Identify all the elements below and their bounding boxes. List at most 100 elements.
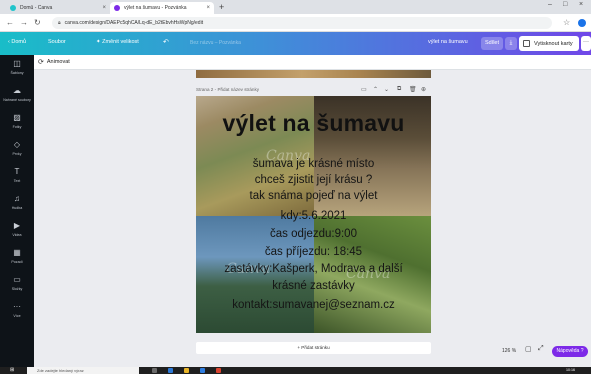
lock-icon: 🔒︎ xyxy=(58,20,61,26)
sidebar-item-label: Šablony xyxy=(10,71,24,75)
sidebar-item-folders[interactable]: ▭ Složky xyxy=(0,275,34,303)
task-view-icon[interactable] xyxy=(152,368,157,373)
sidebar-item-elements[interactable]: ◇ Prvky xyxy=(0,140,34,168)
sparkle-icon: ✦ xyxy=(96,39,101,45)
templates-icon: ◫ xyxy=(13,59,21,68)
animate-button[interactable]: ⟳ Animovat xyxy=(38,58,70,66)
chrome-icon[interactable] xyxy=(216,368,221,373)
previous-page-preview[interactable] xyxy=(196,70,431,78)
comment-icon[interactable]: ▭ xyxy=(361,86,367,93)
sidebar-item-label: Hudba xyxy=(11,206,23,210)
taskbar-search-input[interactable]: Zde zadejte hledaný výraz xyxy=(27,367,139,374)
animate-label: Animovat xyxy=(46,59,70,65)
upload-icon: ☁ xyxy=(13,86,21,95)
maximize-icon[interactable]: □ xyxy=(563,1,567,8)
print-icon xyxy=(523,40,530,47)
zoom-level[interactable]: 126 % xyxy=(502,348,516,354)
sidebar-item-label: Prvky xyxy=(12,152,22,156)
store-icon[interactable] xyxy=(200,368,205,373)
canva-favicon-icon xyxy=(114,5,120,11)
invitation-line[interactable]: šumava je krásné místo xyxy=(196,158,431,171)
share-button[interactable]: Sdílet xyxy=(481,37,503,50)
fullscreen-icon[interactable]: ⤢ xyxy=(538,345,544,353)
help-button[interactable]: Nápověda ? xyxy=(552,346,588,357)
invitation-line[interactable]: kontakt:sumavanej@seznam.cz xyxy=(196,299,431,312)
page-label[interactable]: Strana 2 - Přidat název stránky xyxy=(196,87,259,92)
sidebar-item-music[interactable]: ♫ Hudba xyxy=(0,194,34,222)
editor-toolbar: ⟳ Animovat xyxy=(34,55,591,70)
plus-icon[interactable]: + xyxy=(219,2,224,12)
sidebar-item-videos[interactable]: ▶ Videa xyxy=(0,221,34,249)
file-explorer-icon[interactable] xyxy=(184,368,189,373)
undo-icon[interactable]: ↶ xyxy=(163,38,169,46)
print-cards-button[interactable]: Vytisknout karty xyxy=(519,36,579,51)
invitation-line[interactable]: chceš zjistit její krásu ? xyxy=(196,174,431,187)
reload-icon[interactable]: ↻ xyxy=(34,18,41,27)
invitation-line[interactable]: krásné zastávky xyxy=(196,280,431,293)
forward-arrow-icon[interactable]: → xyxy=(20,18,28,27)
tab-canva-home[interactable]: Domů - Canva × xyxy=(6,2,110,14)
minimize-icon[interactable]: – xyxy=(548,1,552,8)
windows-taskbar: ⊞ Zde zadejte hledaný výraz 10:16 xyxy=(0,367,591,374)
sidebar-item-label: Videa xyxy=(12,233,22,237)
canva-favicon-icon xyxy=(10,5,16,11)
trash-icon[interactable]: 🗑︎ xyxy=(409,86,417,93)
sidebar-item-label: Text xyxy=(13,179,21,183)
design-page[interactable]: Canva Canva Canva výlet na šumavu šumava… xyxy=(196,96,431,333)
tab-title: výlet na šumavu - Pozvánka xyxy=(124,5,187,11)
file-menu-button[interactable]: Soubor xyxy=(48,39,66,45)
home-button[interactable]: ‹ Domů xyxy=(8,39,26,45)
invitation-line[interactable]: kdy:5.6.2021 xyxy=(196,210,431,223)
address-bar-row: ← → ↻ 🔒︎ canva.com/design/DAEPc5qhCA/Lq-… xyxy=(0,14,591,32)
edge-icon[interactable] xyxy=(168,368,173,373)
url-input[interactable]: 🔒︎ canva.com/design/DAEPc5qhCA/Lq-dE_b2t… xyxy=(52,17,552,29)
animate-icon: ⟳ xyxy=(38,59,44,66)
sidebar-item-photos[interactable]: ▨ Fotky xyxy=(0,113,34,141)
page-view-icon[interactable]: ▢ xyxy=(525,345,532,353)
elements-icon: ◇ xyxy=(13,140,21,149)
close-tab-icon[interactable]: × xyxy=(206,5,210,11)
sidebar-item-label: Pozadí xyxy=(11,260,23,264)
download-icon[interactable]: ⤓ xyxy=(505,37,517,50)
resize-button[interactable]: ✦ Změnit velikost xyxy=(96,39,139,45)
invitation-line[interactable]: tak snáma pojeď na výlet xyxy=(196,190,431,203)
copy-icon[interactable]: ⧉ xyxy=(397,86,401,93)
more-icon: ··· xyxy=(13,302,21,311)
close-icon[interactable]: × xyxy=(579,1,583,8)
chevron-up-icon[interactable]: ⌃ xyxy=(373,86,378,93)
add-page-icon[interactable]: ⊕ xyxy=(421,86,426,93)
add-page-button[interactable]: + Přidat stránku xyxy=(196,342,431,354)
invitation-line[interactable]: zastávky:Kašperk, Modrava a další xyxy=(196,263,431,276)
canva-sidebar: ◫ Šablony ☁ Nahrané soubory ▨ Fotky ◇ Prvky … xyxy=(0,55,34,367)
sidebar-item-label: Složky xyxy=(11,287,23,291)
photos-icon: ▨ xyxy=(13,113,21,122)
sidebar-item-label: Více xyxy=(13,314,21,318)
sidebar-item-uploads[interactable]: ☁ Nahrané soubory xyxy=(0,86,34,114)
design-name: výlet na šumavu xyxy=(428,39,468,45)
invitation-line[interactable]: čas příjezdu: 18:45 xyxy=(196,246,431,259)
tab-vylet-na-sumavu[interactable]: výlet na šumavu - Pozvánka × xyxy=(110,2,214,14)
text-icon: T xyxy=(14,167,20,176)
sidebar-item-more[interactable]: ··· Více xyxy=(0,302,34,330)
print-label: Vytisknout karty xyxy=(534,40,573,47)
taskbar-clock: 10:16 xyxy=(566,368,575,372)
bookmark-star-icon[interactable]: ☆ xyxy=(563,18,570,27)
resize-label: Změnit velikost xyxy=(102,39,139,45)
design-title-input[interactable]: Bez názvu – Pozvánka xyxy=(186,38,306,49)
tab-title: Domů - Canva xyxy=(20,5,53,11)
back-arrow-icon[interactable]: ← xyxy=(6,18,14,27)
invitation-line[interactable]: čas odjezdu:9:00 xyxy=(196,228,431,241)
profile-avatar[interactable] xyxy=(578,19,586,27)
close-tab-icon[interactable]: × xyxy=(102,5,106,11)
more-options-button[interactable]: ··· xyxy=(581,36,591,51)
invitation-title[interactable]: výlet na šumavu xyxy=(196,110,431,137)
chevron-down-icon[interactable]: ⌄ xyxy=(384,86,389,93)
canva-header: ‹ Domů Soubor ✦ Změnit velikost ↶ Bez ná… xyxy=(0,32,591,55)
sidebar-item-label: Nahrané soubory xyxy=(3,98,31,102)
sidebar-item-templates[interactable]: ◫ Šablony xyxy=(0,59,34,87)
folder-icon: ▭ xyxy=(13,275,21,284)
sidebar-item-background[interactable]: ▦ Pozadí xyxy=(0,248,34,276)
sidebar-item-label: Fotky xyxy=(12,125,22,129)
sidebar-item-text[interactable]: T Text xyxy=(0,167,34,195)
windows-start-icon[interactable]: ⊞ xyxy=(10,368,14,373)
